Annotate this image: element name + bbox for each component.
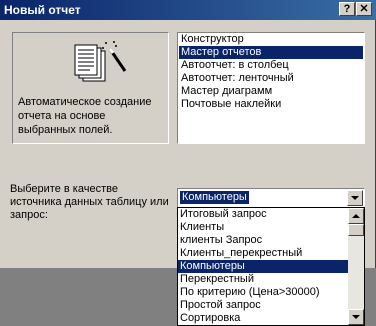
source-option[interactable]: Компьютеры xyxy=(178,260,348,273)
report-type-item[interactable]: Мастер отчетов xyxy=(179,46,363,59)
source-option[interactable]: Клиенты_перекрестный xyxy=(178,247,348,260)
arrow-up-icon xyxy=(352,214,360,218)
scroll-thumb[interactable] xyxy=(348,224,364,236)
scroll-up-button[interactable] xyxy=(348,208,364,224)
wizard-description: Автоматическое создание отчета на основе… xyxy=(18,96,152,136)
source-combobox-value: Компьютеры xyxy=(180,191,249,204)
dialog-title: Новый отчет xyxy=(4,3,81,17)
source-option[interactable]: клиенты Запрос xyxy=(178,234,348,247)
vertical-scrollbar[interactable] xyxy=(348,208,364,325)
report-type-item[interactable]: Почтовые наклейки xyxy=(179,98,363,111)
source-option[interactable]: Простой запрос xyxy=(178,299,348,312)
chevron-down-icon xyxy=(351,196,359,200)
source-dropdown-list[interactable]: Итоговый запрос Клиенты клиенты Запрос Клие… xyxy=(177,207,365,326)
report-type-item[interactable]: Мастер диаграмм xyxy=(179,85,363,98)
report-wizard-icon xyxy=(74,41,127,82)
preview-panel: Автоматическое создание отчета на основе… xyxy=(12,32,169,144)
help-button[interactable]: ? xyxy=(339,2,355,16)
source-combobox[interactable]: Компьютеры xyxy=(177,188,365,208)
report-type-item[interactable]: Конструктор xyxy=(179,33,363,46)
source-option[interactable]: Итоговый запрос xyxy=(178,208,348,221)
source-option[interactable]: Сортировка xyxy=(178,312,348,325)
scroll-down-button[interactable] xyxy=(348,309,364,325)
source-option[interactable]: Перекрестный xyxy=(178,273,348,286)
source-option[interactable]: По критерию (Цена>30000) xyxy=(178,286,348,299)
close-button[interactable]: ✕ xyxy=(356,2,372,16)
title-bar[interactable]: Новый отчет ? ✕ xyxy=(0,0,376,20)
source-label: Выберите в качестве источника данных таб… xyxy=(10,183,169,221)
source-option[interactable]: Клиенты xyxy=(178,221,348,234)
dropdown-button[interactable] xyxy=(347,190,363,206)
arrow-down-icon xyxy=(352,315,360,319)
report-type-list[interactable]: Конструктор Мастер отчетов Автоотчет: в ст… xyxy=(177,32,365,144)
report-type-item[interactable]: Автоотчет: в столбец xyxy=(179,59,363,72)
report-type-item[interactable]: Автоотчет: ленточный xyxy=(179,72,363,85)
